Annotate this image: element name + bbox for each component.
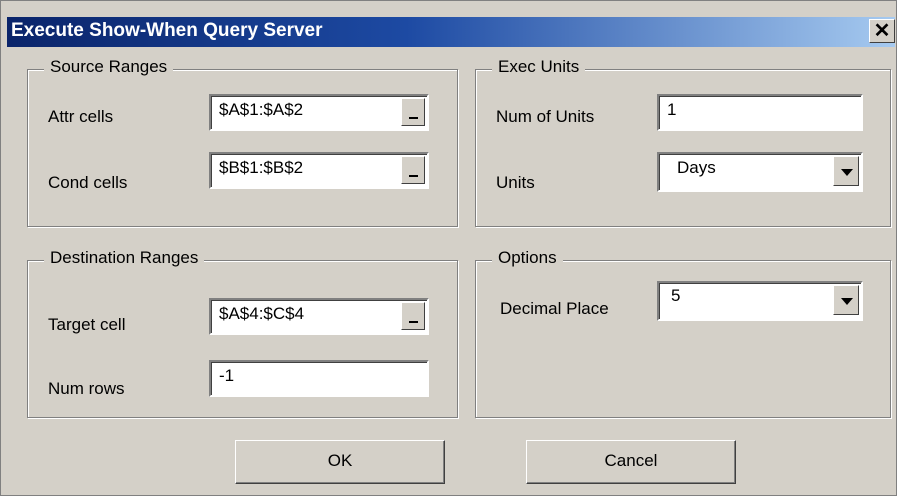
decimal-place-label: Decimal Place (500, 299, 609, 318)
cancel-button-label: Cancel (604, 451, 658, 470)
cond-cells-value: $B$1:$B$2 (219, 158, 304, 177)
exec-units-legend: Exec Units (492, 57, 586, 77)
dialog-window: Execute Show-When Query Server ✕ Source … (0, 0, 897, 496)
target-cell-label: Target cell (48, 315, 126, 334)
chevron-down-icon (841, 298, 853, 305)
close-button[interactable]: ✕ (869, 19, 895, 43)
cancel-button[interactable]: Cancel (526, 440, 736, 484)
close-icon: ✕ (873, 20, 891, 42)
destination-ranges-group: Destination Ranges Target cell $A$4:$C$4… (27, 248, 458, 418)
target-cell-value: $A$4:$C$4 (219, 304, 305, 323)
num-units-input[interactable]: 1 (657, 94, 863, 131)
ok-button-label: OK (327, 451, 353, 470)
cond-cells-ref-button[interactable] (401, 156, 425, 184)
num-rows-value: -1 (219, 366, 235, 385)
attr-cells-ref-button[interactable] (401, 98, 425, 126)
window-title: Execute Show-When Query Server (11, 20, 323, 41)
collapse-icon (409, 117, 418, 119)
collapse-icon (409, 321, 418, 323)
attr-cells-input[interactable]: $A$1:$A$2 (209, 94, 429, 131)
chevron-down-icon (841, 169, 853, 176)
decimal-place-select[interactable]: 5 (657, 281, 863, 321)
num-units-label: Num of Units (496, 107, 595, 126)
num-rows-label: Num rows (48, 379, 125, 398)
collapse-icon (409, 175, 418, 177)
source-ranges-group: Source Ranges Attr cells $A$1:$A$2 Cond … (27, 57, 458, 227)
target-cell-input[interactable]: $A$4:$C$4 (209, 298, 429, 335)
units-label: Units (496, 173, 535, 192)
cond-cells-label: Cond cells (48, 173, 128, 192)
title-bar[interactable]: Execute Show-When Query Server ✕ (7, 17, 895, 47)
source-ranges-legend: Source Ranges (44, 57, 174, 77)
units-dropdown-button[interactable] (833, 156, 859, 186)
decimal-place-value: 5 (671, 286, 681, 305)
options-group: Options Decimal Place 5 (475, 248, 891, 418)
cond-cells-input[interactable]: $B$1:$B$2 (209, 152, 429, 189)
options-legend: Options (492, 248, 563, 268)
units-value: Days (677, 158, 716, 177)
num-rows-input[interactable]: -1 (209, 360, 429, 397)
decimal-place-dropdown-button[interactable] (833, 285, 859, 315)
attr-cells-value: $A$1:$A$2 (219, 100, 304, 119)
attr-cells-label: Attr cells (48, 107, 114, 126)
target-cell-ref-button[interactable] (401, 302, 425, 330)
ok-button[interactable]: OK (235, 440, 445, 484)
num-units-value: 1 (667, 100, 677, 119)
destination-ranges-legend: Destination Ranges (44, 248, 205, 268)
exec-units-group: Exec Units Num of Units 1 Units Days (475, 57, 891, 227)
units-select[interactable]: Days (657, 152, 863, 192)
